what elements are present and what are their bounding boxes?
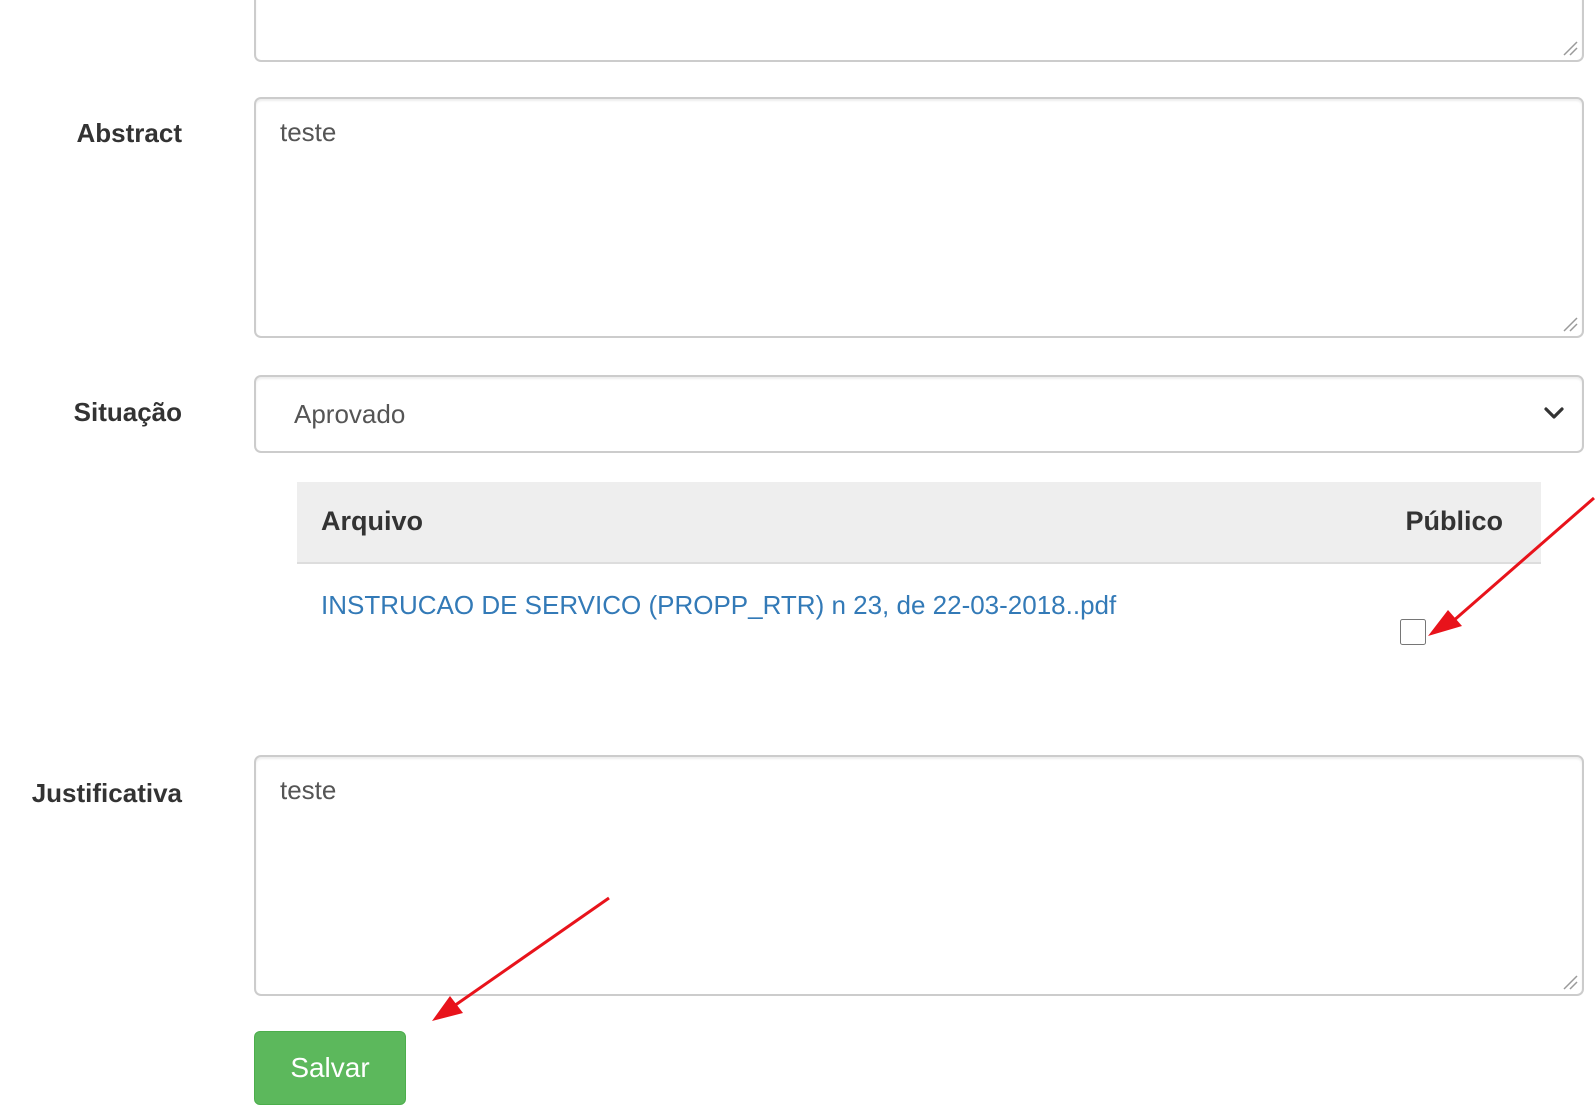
file-download-link[interactable]: INSTRUCAO DE SERVICO (PROPP_RTR) n 23, d… <box>321 590 1116 621</box>
column-header-file: Arquivo <box>321 506 424 536</box>
column-header-public: Público <box>1405 506 1503 536</box>
resize-grip-icon[interactable] <box>1560 314 1578 332</box>
top-textarea[interactable] <box>254 0 1584 62</box>
justificativa-textarea[interactable]: teste <box>254 755 1584 996</box>
chevron-down-icon <box>1544 407 1564 419</box>
situacao-label: Situação <box>73 397 182 427</box>
situacao-select[interactable]: Aprovado <box>254 375 1584 453</box>
abstract-textarea[interactable]: teste <box>254 97 1584 338</box>
abstract-label: Abstract <box>76 118 182 148</box>
abstract-textarea-value: teste <box>280 117 337 147</box>
justificativa-textarea-value: teste <box>280 775 337 805</box>
files-table-header: Arquivo Público <box>297 482 1541 564</box>
resize-grip-icon[interactable] <box>1560 972 1578 990</box>
justificativa-label: Justificativa <box>31 778 182 808</box>
resize-grip-icon[interactable] <box>1560 38 1578 56</box>
public-checkbox[interactable] <box>1400 619 1426 645</box>
save-button[interactable]: Salvar <box>254 1031 406 1105</box>
situacao-selected-value: Aprovado <box>294 399 406 429</box>
